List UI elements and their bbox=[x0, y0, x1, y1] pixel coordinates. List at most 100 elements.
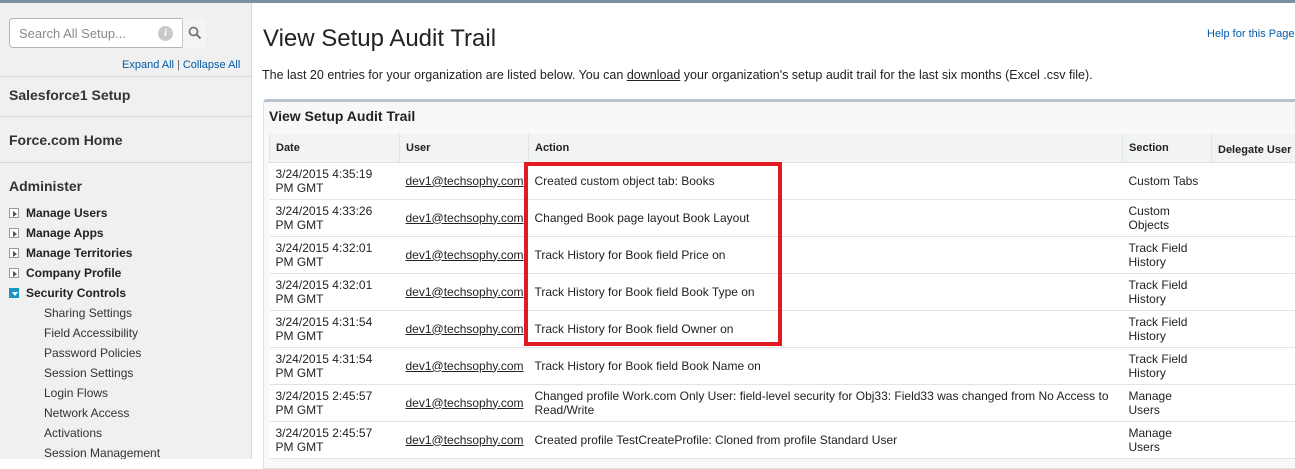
row-action: Track History for Book field Owner on bbox=[529, 310, 1123, 347]
salesforce1-setup-link[interactable]: Salesforce1 Setup bbox=[9, 87, 130, 103]
user-link[interactable]: dev1@techsophy.com bbox=[406, 211, 524, 225]
row-user: dev1@techsophy.com bbox=[400, 347, 529, 384]
row-section: Track Field History bbox=[1123, 273, 1212, 310]
sidebar-item-manage-apps[interactable]: Manage Apps bbox=[9, 224, 104, 242]
sidebar-item-security-controls[interactable]: Security Controls bbox=[9, 284, 126, 302]
row-user: dev1@techsophy.com bbox=[400, 310, 529, 347]
expand-all-link[interactable]: Expand All bbox=[122, 59, 174, 71]
expand-icon[interactable] bbox=[9, 268, 19, 278]
link-separator: | bbox=[177, 59, 180, 71]
setup-search-input[interactable] bbox=[10, 19, 160, 47]
setup-sidebar: i Expand All|Collapse All Salesforce1 Se… bbox=[0, 3, 252, 459]
row-user: dev1@techsophy.com bbox=[400, 421, 529, 458]
row-date: 3/24/2015 4:31:54 PM GMT bbox=[270, 310, 400, 347]
table-row: 3/24/2015 4:31:54 PM GMT dev1@techsophy.… bbox=[270, 347, 1295, 384]
table-row: 3/24/2015 4:33:26 PM GMT dev1@techsophy.… bbox=[270, 199, 1295, 236]
sidebar-item-company-profile[interactable]: Company Profile bbox=[9, 264, 121, 282]
sidebar-subitem-field-accessibility[interactable]: Field Accessibility bbox=[44, 326, 138, 340]
user-link[interactable]: dev1@techsophy.com bbox=[406, 359, 524, 373]
row-action: Changed profile Work.com Only User: fiel… bbox=[529, 384, 1123, 421]
administer-heading: Administer bbox=[9, 178, 82, 194]
sidebar-subitem-password-policies[interactable]: Password Policies bbox=[44, 346, 141, 360]
table-header-row: Date User Action Section Delegate User bbox=[270, 134, 1295, 162]
row-date: 3/24/2015 4:32:01 PM GMT bbox=[270, 273, 400, 310]
row-section: Track Field History bbox=[1123, 310, 1212, 347]
sidebar-item-manage-territories[interactable]: Manage Territories bbox=[9, 244, 132, 262]
expand-icon[interactable] bbox=[9, 208, 19, 218]
sidebar-subitem-sharing-settings[interactable]: Sharing Settings bbox=[44, 306, 132, 320]
user-link[interactable]: dev1@techsophy.com bbox=[406, 248, 524, 262]
row-section: Custom Tabs bbox=[1123, 162, 1212, 199]
row-user: dev1@techsophy.com bbox=[400, 384, 529, 421]
row-delegate-user bbox=[1212, 310, 1295, 347]
sidebar-subitem-login-flows[interactable]: Login Flows bbox=[44, 386, 108, 400]
sidebar-item-label: Security Controls bbox=[26, 286, 126, 300]
sidebar-subitem-activations[interactable]: Activations bbox=[44, 426, 102, 440]
row-action: Track History for Book field Book Type o… bbox=[529, 273, 1123, 310]
setup-search-box: i bbox=[9, 18, 206, 48]
force-home-section: Force.com Home bbox=[0, 116, 251, 162]
sidebar-item-label: Manage Users bbox=[26, 206, 107, 220]
column-header-user: User bbox=[400, 134, 529, 162]
collapse-icon[interactable] bbox=[9, 288, 19, 298]
column-header-section: Section bbox=[1123, 134, 1212, 162]
user-link[interactable]: dev1@techsophy.com bbox=[406, 433, 524, 447]
download-link[interactable]: download bbox=[627, 68, 681, 82]
row-delegate-user bbox=[1212, 273, 1295, 310]
audit-trail-table: Date User Action Section Delegate User 3… bbox=[269, 134, 1295, 459]
panel-title: View Setup Audit Trail bbox=[269, 108, 415, 124]
row-section: Custom Objects bbox=[1123, 199, 1212, 236]
row-date: 3/24/2015 4:33:26 PM GMT bbox=[270, 199, 400, 236]
row-section: Track Field History bbox=[1123, 236, 1212, 273]
sidebar-item-manage-users[interactable]: Manage Users bbox=[9, 204, 107, 222]
row-delegate-user bbox=[1212, 236, 1295, 273]
search-icon bbox=[188, 26, 202, 40]
sidebar-subitem-network-access[interactable]: Network Access bbox=[44, 406, 129, 420]
row-section: Manage Users bbox=[1123, 384, 1212, 421]
intro-text: The last 20 entries for your organizatio… bbox=[262, 68, 1093, 82]
collapse-all-link[interactable]: Collapse All bbox=[183, 59, 240, 71]
row-date: 3/24/2015 2:45:57 PM GMT bbox=[270, 421, 400, 458]
row-user: dev1@techsophy.com bbox=[400, 162, 529, 199]
audit-trail-panel: View Setup Audit Trail Date User Action … bbox=[263, 99, 1295, 469]
sidebar-subitem-session-management[interactable]: Session Management bbox=[44, 446, 160, 459]
table-row: 3/24/2015 4:35:19 PM GMT dev1@techsophy.… bbox=[270, 162, 1295, 199]
table-row: 3/24/2015 2:45:57 PM GMT dev1@techsophy.… bbox=[270, 421, 1295, 458]
row-user: dev1@techsophy.com bbox=[400, 236, 529, 273]
user-link[interactable]: dev1@techsophy.com bbox=[406, 285, 524, 299]
row-user: dev1@techsophy.com bbox=[400, 199, 529, 236]
main-content: View Setup Audit Trail Help for this Pag… bbox=[252, 3, 1295, 459]
table-row: 3/24/2015 4:31:54 PM GMT dev1@techsophy.… bbox=[270, 310, 1295, 347]
help-for-page-link[interactable]: Help for this Page bbox=[1207, 28, 1294, 40]
expand-icon[interactable] bbox=[9, 228, 19, 238]
sidebar-item-label: Manage Territories bbox=[26, 246, 132, 260]
row-section: Manage Users bbox=[1123, 421, 1212, 458]
column-header-delegate-user: Delegate User bbox=[1212, 134, 1295, 162]
table-row: 3/24/2015 4:32:01 PM GMT dev1@techsophy.… bbox=[270, 236, 1295, 273]
row-delegate-user bbox=[1212, 199, 1295, 236]
row-action: Created custom object tab: Books bbox=[529, 162, 1123, 199]
row-action: Track History for Book field Price on bbox=[529, 236, 1123, 273]
row-date: 3/24/2015 4:31:54 PM GMT bbox=[270, 347, 400, 384]
sidebar-subitem-session-settings[interactable]: Session Settings bbox=[44, 366, 133, 380]
row-action: Created profile TestCreateProfile: Clone… bbox=[529, 421, 1123, 458]
search-button[interactable] bbox=[182, 18, 207, 48]
row-delegate-user bbox=[1212, 347, 1295, 384]
sidebar-item-label: Company Profile bbox=[26, 266, 121, 280]
expand-icon[interactable] bbox=[9, 248, 19, 258]
expand-collapse-links: Expand All|Collapse All bbox=[122, 59, 240, 71]
user-link[interactable]: dev1@techsophy.com bbox=[406, 322, 524, 336]
row-section: Track Field History bbox=[1123, 347, 1212, 384]
force-home-link[interactable]: Force.com Home bbox=[9, 132, 123, 148]
column-header-action: Action bbox=[529, 134, 1123, 162]
row-user: dev1@techsophy.com bbox=[400, 273, 529, 310]
user-link[interactable]: dev1@techsophy.com bbox=[406, 396, 524, 410]
info-icon[interactable]: i bbox=[158, 26, 173, 41]
intro-text-start: The last 20 entries for your organizatio… bbox=[262, 68, 627, 82]
user-link[interactable]: dev1@techsophy.com bbox=[406, 174, 524, 188]
row-date: 3/24/2015 2:45:57 PM GMT bbox=[270, 384, 400, 421]
page-title: View Setup Audit Trail bbox=[263, 25, 496, 53]
table-row: 3/24/2015 4:32:01 PM GMT dev1@techsophy.… bbox=[270, 273, 1295, 310]
table-row: 3/24/2015 2:45:57 PM GMT dev1@techsophy.… bbox=[270, 384, 1295, 421]
row-delegate-user bbox=[1212, 162, 1295, 199]
